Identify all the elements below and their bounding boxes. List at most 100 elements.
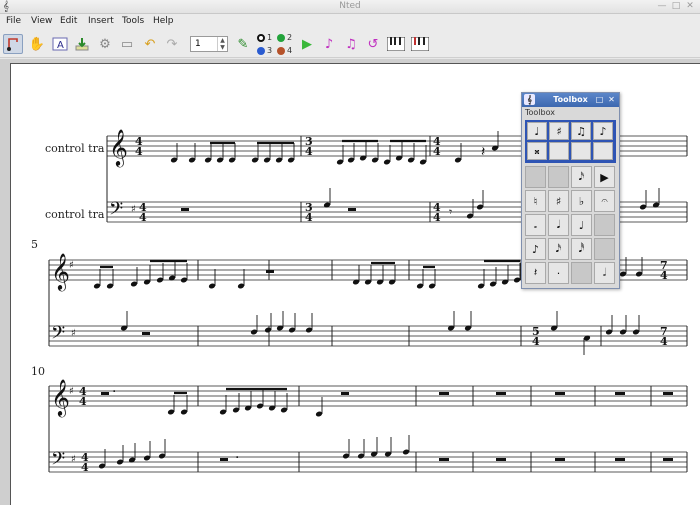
thirtysecond-note-tool[interactable]: 𝅘𝅥𝅰 [571, 238, 592, 260]
double-sharp-tool[interactable]: 𝄪 [527, 142, 547, 160]
treble-rest [341, 392, 349, 395]
title-bar: 𝄞 Nted — □ ✕ [0, 0, 700, 14]
text-format-icon[interactable]: A [50, 34, 70, 54]
sharp-tool[interactable]: ♯ [549, 122, 569, 140]
maximize-icon[interactable]: □ [670, 1, 682, 12]
system1-treble-timesig-b-bottom: 4 [305, 145, 313, 158]
voice-2-radio[interactable]: 2 [277, 33, 292, 42]
play-icon[interactable]: ▶ [297, 34, 317, 54]
eighth-note-tool[interactable]: ♪ [593, 122, 613, 140]
tool-blank-a[interactable] [525, 166, 546, 188]
key-sharp-icon: ♯ [71, 454, 76, 465]
stepper-arrows[interactable]: ▲ ▼ [217, 37, 227, 51]
toolbox-symbol-grid: 𝅘𝅥𝅯 ▶ ♮ ♯ ♭ 𝄐 𝅗 𝅘𝅥 ♩ ♪ 𝅘𝅥𝅯 𝅘𝅥𝅰 𝄽 · 𝅗𝅥 [525, 166, 616, 286]
empty-tool-3[interactable] [593, 142, 613, 160]
quantity-stepper[interactable]: 1 ▲ ▼ [190, 36, 228, 52]
dot-mark: · [235, 450, 239, 466]
quarter-note-selected-tool[interactable]: ♩ [571, 214, 592, 236]
toolbox-subtitle: Toolbox [525, 108, 555, 117]
menu-insert[interactable]: Insert [88, 16, 114, 26]
system1-bass-timesig-bottom: 4 [139, 211, 147, 224]
clipboard-icon[interactable]: ▭ [117, 34, 137, 54]
tool-blank-d[interactable] [594, 238, 615, 260]
bass-clef-icon: 𝄢 [109, 199, 123, 224]
toolbox-title: Toolbox [553, 95, 588, 104]
treble-whole-rest [555, 392, 565, 395]
bass-whole-rest [555, 458, 565, 461]
toolbox-title-bar[interactable]: 𝄞 Toolbox □ ✕ [522, 93, 619, 107]
redo-icon[interactable]: ↷ [162, 34, 182, 54]
gear-icon[interactable]: ⚙ [95, 34, 115, 54]
system1-treble-timesig-bottom: 4 [135, 145, 143, 158]
menu-file[interactable]: File [6, 16, 21, 26]
menu-help[interactable]: Help [153, 16, 174, 26]
dot-tool[interactable]: · [548, 262, 569, 284]
bass-rest [142, 332, 150, 335]
dot-mark: · [112, 384, 116, 400]
tool-blank-b[interactable] [548, 166, 569, 188]
eighth-note-tool-b[interactable]: ♪ [525, 238, 546, 260]
system1-bass-timesig-b-bottom: 4 [305, 211, 313, 224]
piano-red-icon[interactable] [410, 34, 430, 54]
toolbox-close-icon[interactable]: ✕ [607, 95, 616, 104]
toolbox-maximize-icon[interactable]: □ [595, 95, 604, 104]
empty-tool-1[interactable] [549, 142, 569, 160]
bass-whole-rest [181, 208, 189, 211]
system2-bass-timesig-b-bottom: 4 [660, 335, 668, 348]
quarter-note-small-tool[interactable]: 𝅘𝅥 [548, 214, 569, 236]
menu-edit[interactable]: Edit [60, 16, 77, 26]
minimize-icon[interactable]: — [656, 1, 668, 12]
insert-mode-icon[interactable] [3, 34, 23, 54]
fermata-tool[interactable]: 𝄐 [594, 190, 615, 212]
beamed-note-tool[interactable]: ♫ [571, 122, 591, 140]
grace-note-tool[interactable]: 𝅗𝅥 [594, 262, 615, 284]
half-note-tool[interactable]: 𝅗 [525, 214, 546, 236]
tool-blank-c[interactable] [594, 214, 615, 236]
flat-tool[interactable]: ♭ [571, 190, 592, 212]
treble-rest [101, 392, 109, 395]
menu-tools[interactable]: Tools [122, 16, 144, 26]
menu-view[interactable]: View [31, 16, 52, 26]
close-icon[interactable]: ✕ [684, 1, 696, 12]
key-sharp-icon: ♯ [131, 204, 136, 215]
treble-whole-rest [439, 392, 449, 395]
voice-2-label: 2 [287, 33, 293, 42]
svg-text:A: A [57, 40, 64, 51]
tie-icon[interactable]: ↺ [363, 34, 383, 54]
voice-3-label: 3 [267, 46, 273, 55]
measure-number-10: 10 [31, 365, 45, 378]
stepper-value: 1 [195, 39, 201, 49]
voice-1-label: 1 [267, 33, 273, 42]
rest-tool[interactable]: 𝄽 [525, 262, 546, 284]
note-group-icon[interactable]: ♫ [341, 34, 361, 54]
quarter-note-tool[interactable]: ♩ [527, 122, 547, 140]
piano-icon[interactable] [386, 34, 406, 54]
nted-window: 𝄞 Nted — □ ✕ File View Edit Insert Tools… [0, 0, 700, 505]
voice-4-label: 4 [287, 46, 293, 55]
voice-3-radio[interactable]: 3 [257, 46, 272, 55]
natural-tool[interactable]: ♮ [525, 190, 546, 212]
staff-label-bass: control tra [45, 208, 105, 221]
system3-treble-timesig-bottom: 4 [79, 395, 87, 408]
staff-label-treble: control tra [45, 142, 105, 155]
note-pink-icon[interactable]: ♪ [319, 34, 339, 54]
system1-treble-timesig-c-bottom: 4 [433, 145, 441, 158]
voice-1-radio[interactable]: 1 [257, 33, 272, 42]
key-sharp-icon: ♯ [71, 328, 76, 339]
treble-whole-rest [663, 392, 673, 395]
sixteenth-note-tool[interactable]: 𝅘𝅥𝅯 [571, 166, 592, 188]
sharp-accidental-tool[interactable]: ♯ [548, 190, 569, 212]
undo-icon[interactable]: ↶ [140, 34, 160, 54]
key-sharp-icon: ♯ [69, 386, 74, 397]
system3-bass-timesig-bottom: 4 [81, 461, 89, 474]
empty-tool-2[interactable] [571, 142, 591, 160]
sixteenth-note-tool-b[interactable]: 𝅘𝅥𝅯 [548, 238, 569, 260]
edit-hand-icon[interactable]: ✋ [27, 34, 47, 54]
play-tool-icon[interactable]: ▶ [594, 166, 615, 188]
voice-palette-icon[interactable]: ✎ [233, 34, 253, 54]
download-icon[interactable] [72, 34, 92, 54]
bass-whole-rest [496, 458, 506, 461]
voice-4-radio[interactable]: 4 [277, 46, 292, 55]
toolbox-window[interactable]: 𝄞 Toolbox □ ✕ Toolbox ♩ ♯ ♫ ♪ 𝄪 𝅘𝅥𝅯 ▶ ♮ … [521, 92, 620, 289]
tool-blank-e[interactable] [571, 262, 592, 284]
